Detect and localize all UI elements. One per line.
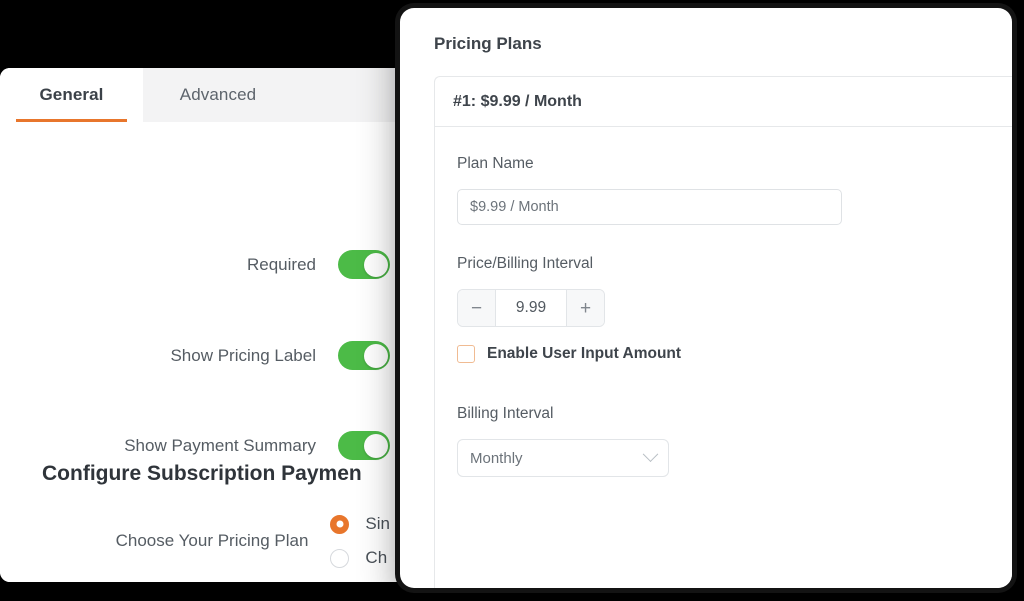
plan-card-header-label: #1: $9.99 / Month [453,92,582,110]
pricing-plan-radio-group: Sin Ch [330,514,390,568]
enable-user-input-amount-label: Enable User Input Amount [487,345,682,362]
configure-subscription-heading: Configure Subscription Paymen [42,462,362,485]
show-payment-summary-label: Show Payment Summary [124,435,316,455]
setting-row-show-pricing-label: Show Pricing Label [0,341,390,370]
price-billing-interval-field: Price/Billing Interval − 9.99 + Enable U… [457,255,990,363]
show-pricing-label-label: Show Pricing Label [170,345,316,365]
setting-row-choose-pricing-plan: Choose Your Pricing Plan Sin Ch [0,514,390,568]
plan-name-input[interactable] [457,189,842,225]
tab-advanced-label: Advanced [179,85,257,104]
radio-single-icon[interactable] [330,514,350,534]
plan-card: #1: $9.99 / Month Plan Name Price/Billin… [434,76,1012,588]
pricing-plan-option-choose[interactable]: Ch [330,548,390,568]
radio-choose-icon[interactable] [330,548,350,568]
tab-general[interactable]: General [0,68,143,122]
setting-row-required: Required [0,250,390,279]
billing-interval-field: Billing Interval Monthly [457,405,990,477]
show-payment-summary-toggle[interactable] [338,431,390,460]
setting-row-show-payment-summary: Show Payment Summary [0,431,390,460]
show-pricing-label-toggle[interactable] [338,341,390,370]
price-value[interactable]: 9.99 [496,290,566,326]
required-toggle-knob [363,252,388,277]
required-toggle[interactable] [338,250,390,279]
pricing-plan-option-choose-label: Ch [365,548,388,567]
billing-interval-value: Monthly [470,449,523,467]
tab-advanced[interactable]: Advanced [143,68,293,122]
price-decrement-button[interactable]: − [458,290,496,326]
plan-card-body: Plan Name Price/Billing Interval − 9.99 … [435,127,1012,527]
price-billing-interval-label: Price/Billing Interval [457,255,594,272]
settings-body: Required Show Pricing Label Show Payment… [0,122,418,582]
pricing-plan-option-single[interactable]: Sin [330,514,390,534]
settings-tabs: General Advanced [0,68,418,122]
enable-user-input-amount-row[interactable]: Enable User Input Amount [457,345,990,363]
billing-interval-select[interactable]: Monthly [457,439,669,477]
show-pricing-label-toggle-knob [363,343,388,368]
pricing-plans-title: Pricing Plans [434,34,542,53]
price-stepper: − 9.99 + [457,289,605,327]
pricing-plans-inner: Pricing Plans #1: $9.99 / Month Plan Nam… [400,8,1012,588]
price-increment-button[interactable]: + [566,290,604,326]
pricing-plan-option-single-label: Sin [365,514,390,533]
form-settings-panel: General Advanced Required Show Pricing L… [0,68,418,582]
required-label: Required [247,254,316,274]
chevron-down-icon [642,445,659,462]
plan-name-field: Plan Name [457,155,990,225]
enable-user-input-amount-checkbox[interactable] [457,345,475,363]
show-payment-summary-toggle-knob [363,433,388,458]
plan-card-header[interactable]: #1: $9.99 / Month [435,77,1012,127]
plan-name-label: Plan Name [457,155,534,172]
billing-interval-label: Billing Interval [457,405,554,422]
pricing-plans-panel: Pricing Plans #1: $9.99 / Month Plan Nam… [400,8,1012,588]
choose-pricing-plan-label: Choose Your Pricing Plan [115,531,309,550]
tab-general-label: General [39,85,104,104]
